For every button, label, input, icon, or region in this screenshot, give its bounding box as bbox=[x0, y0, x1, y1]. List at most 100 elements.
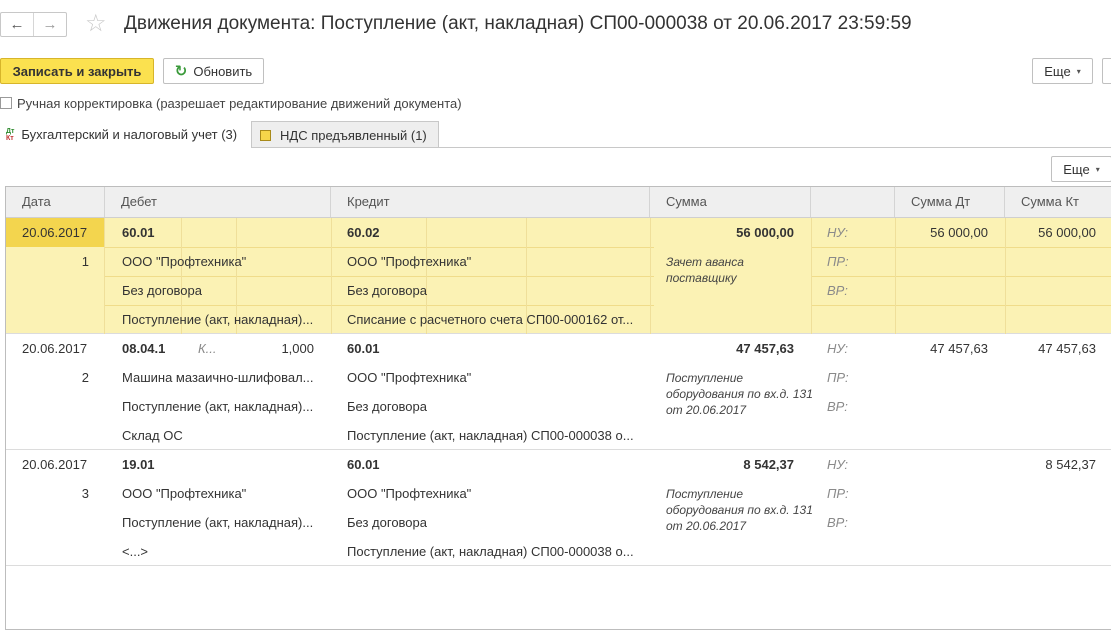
cell-credit-line: Без договора bbox=[347, 515, 427, 530]
cell-sum: 56 000,00 bbox=[736, 225, 794, 240]
cell-credit-line: Без договора bbox=[347, 399, 427, 414]
cell-debit-line: 08.04.1 bbox=[122, 341, 166, 356]
table-more-button[interactable]: Еще ▾ bbox=[1051, 156, 1111, 182]
cell-debit-line: 60.01 bbox=[122, 225, 155, 240]
cell-debit-line: Поступление (акт, накладная)... bbox=[122, 515, 314, 530]
cell-credit-line: Поступление (акт, накладная) СП00-000038… bbox=[347, 544, 634, 559]
forward-arrow-icon[interactable]: → bbox=[33, 13, 66, 36]
vat-register-icon bbox=[260, 129, 271, 141]
cell-debit-line: ООО "Профтехника" bbox=[122, 486, 247, 501]
entries-table[interactable]: Дата Дебет Кредит Сумма Сумма Дт Сумма К… bbox=[5, 186, 1111, 630]
column-header-debit[interactable]: Дебет bbox=[105, 187, 331, 217]
more-label: Еще bbox=[1044, 63, 1071, 79]
refresh-icon: ↻ bbox=[174, 63, 188, 80]
cell-row-number: 3 bbox=[81, 486, 89, 501]
cell-quantity-label: К... bbox=[198, 341, 217, 356]
navigation-buttons: ← → bbox=[0, 12, 67, 37]
cell-sum: 8 542,37 bbox=[743, 457, 794, 472]
more-label: Еще bbox=[1063, 161, 1090, 177]
cell-row-number: 1 bbox=[81, 254, 89, 269]
row-divider bbox=[811, 247, 1111, 248]
dt-kt-icon: Дт Кт bbox=[6, 127, 15, 142]
column-header-tax[interactable] bbox=[811, 187, 895, 217]
manual-correction-row: Ручная корректировка (разрешает редактир… bbox=[0, 95, 462, 111]
column-header-date[interactable]: Дата bbox=[6, 187, 105, 217]
cell-tax-label: НУ: bbox=[827, 341, 849, 356]
tab-label: НДС предъявленный (1) bbox=[280, 127, 427, 143]
cell-tax-label: ВР: bbox=[827, 283, 848, 298]
row-divider bbox=[104, 247, 654, 248]
back-arrow-icon[interactable]: ← bbox=[1, 13, 33, 36]
cell-date: 20.06.2017 bbox=[22, 341, 88, 356]
refresh-button[interactable]: ↻ Обновить bbox=[163, 58, 264, 84]
cell-debit-line: Машина мазаично-шлифовал... bbox=[122, 370, 314, 385]
cell-sum: 47 457,63 bbox=[736, 341, 794, 356]
column-divider bbox=[650, 218, 651, 334]
tabs-divider bbox=[251, 147, 1111, 148]
cell-debit-line: Склад ОС bbox=[122, 428, 183, 443]
tab-accounting[interactable]: Дт Кт Бухгалтерский и налоговый учет (3) bbox=[0, 121, 251, 148]
cell-date: 20.06.2017 bbox=[22, 457, 88, 472]
window-title: Движения документа: Поступление (акт, на… bbox=[124, 13, 912, 34]
column-header-sum-dt[interactable]: Сумма Дт bbox=[895, 187, 1005, 217]
cell-sum-dt: 56 000,00 bbox=[930, 225, 988, 240]
cell-debit-line: Поступление (акт, накладная)... bbox=[122, 312, 314, 327]
cell-quantity: 1,000 bbox=[281, 341, 314, 356]
cell-credit-line: 60.01 bbox=[347, 457, 380, 472]
cell-sum-kt: 47 457,63 bbox=[1038, 341, 1096, 356]
favorite-star-icon[interactable]: ☆ bbox=[85, 12, 107, 36]
caret-down-icon: ▾ bbox=[1076, 66, 1081, 76]
more-button[interactable]: Еще ▾ bbox=[1032, 58, 1093, 84]
row-divider bbox=[811, 305, 1111, 306]
manual-correction-label[interactable]: Ручная корректировка (разрешает редактир… bbox=[17, 96, 462, 111]
row-divider bbox=[811, 276, 1111, 277]
cell-credit-line: ООО "Профтехника" bbox=[347, 370, 472, 385]
save-and-close-button[interactable]: Записать и закрыть bbox=[0, 58, 154, 84]
cell-row-number: 2 bbox=[81, 370, 89, 385]
column-header-sum-kt[interactable]: Сумма Кт bbox=[1005, 187, 1111, 217]
help-button[interactable] bbox=[1102, 58, 1111, 84]
cell-credit-line: 60.02 bbox=[347, 225, 380, 240]
cell-tax-label: НУ: bbox=[827, 457, 849, 472]
cell-tax-label: ПР: bbox=[827, 254, 849, 269]
caret-down-icon: ▾ bbox=[1095, 164, 1100, 174]
cell-credit-line: ООО "Профтехника" bbox=[347, 254, 472, 269]
cell-credit-line: Списание с расчетного счета СП00-000162 … bbox=[347, 312, 634, 327]
manual-correction-checkbox[interactable] bbox=[0, 97, 12, 109]
cell-comment: Поступление оборудования по вх.д. 131 от… bbox=[666, 487, 813, 533]
cell-debit-line: Поступление (акт, накладная)... bbox=[122, 399, 314, 414]
cell-tax-label: ПР: bbox=[827, 370, 849, 385]
cell-credit-line: 60.01 bbox=[347, 341, 380, 356]
table-header: Дата Дебет Кредит Сумма Сумма Дт Сумма К… bbox=[6, 187, 1111, 218]
table-row[interactable]: 20.06.2017 3 19.01 60.01 ООО "Профтехника" ОО… bbox=[6, 450, 1111, 566]
cell-tax-label: ВР: bbox=[827, 399, 848, 414]
column-header-sum[interactable]: Сумма bbox=[650, 187, 811, 217]
cell-tax-label: НУ: bbox=[827, 225, 849, 240]
cell-tax-label: ВР: bbox=[827, 515, 848, 530]
table-row[interactable]: 20.06.2017 1 60.01 60.02 ООО "Профтехника" ОО… bbox=[6, 218, 1111, 334]
cell-date: 20.06.2017 bbox=[22, 225, 88, 240]
cell-debit-line: ООО "Профтехника" bbox=[122, 254, 247, 269]
column-header-credit[interactable]: Кредит bbox=[331, 187, 650, 217]
column-divider bbox=[331, 218, 332, 334]
cell-debit-line: <...> bbox=[122, 544, 149, 559]
cell-comment: Зачет аванса поставщику bbox=[666, 255, 744, 285]
row-divider bbox=[104, 305, 654, 306]
cell-sum-kt: 56 000,00 bbox=[1038, 225, 1096, 240]
cell-tax-label: ПР: bbox=[827, 486, 849, 501]
tab-label: Бухгалтерский и налоговый учет (3) bbox=[21, 127, 238, 142]
row-divider bbox=[104, 276, 654, 277]
cell-debit-line: 19.01 bbox=[122, 457, 155, 472]
register-tabs: Дт Кт Бухгалтерский и налоговый учет (3) … bbox=[0, 121, 439, 148]
cell-credit-line: Без договора bbox=[347, 283, 427, 298]
cell-sum-kt: 8 542,37 bbox=[1045, 457, 1096, 472]
table-row[interactable]: 20.06.2017 2 08.04.1 60.01 Машина мазаично-ш… bbox=[6, 334, 1111, 450]
refresh-label: Обновить bbox=[193, 63, 253, 79]
cell-sum-dt: 47 457,63 bbox=[930, 341, 988, 356]
cell-comment: Поступление оборудования по вх.д. 131 от… bbox=[666, 371, 813, 417]
cell-debit-line: Без договора bbox=[122, 283, 202, 298]
cell-credit-line: Поступление (акт, накладная) СП00-000038… bbox=[347, 428, 634, 443]
column-divider bbox=[104, 218, 105, 334]
cell-credit-line: ООО "Профтехника" bbox=[347, 486, 472, 501]
tab-vat[interactable]: НДС предъявленный (1) bbox=[251, 121, 439, 148]
